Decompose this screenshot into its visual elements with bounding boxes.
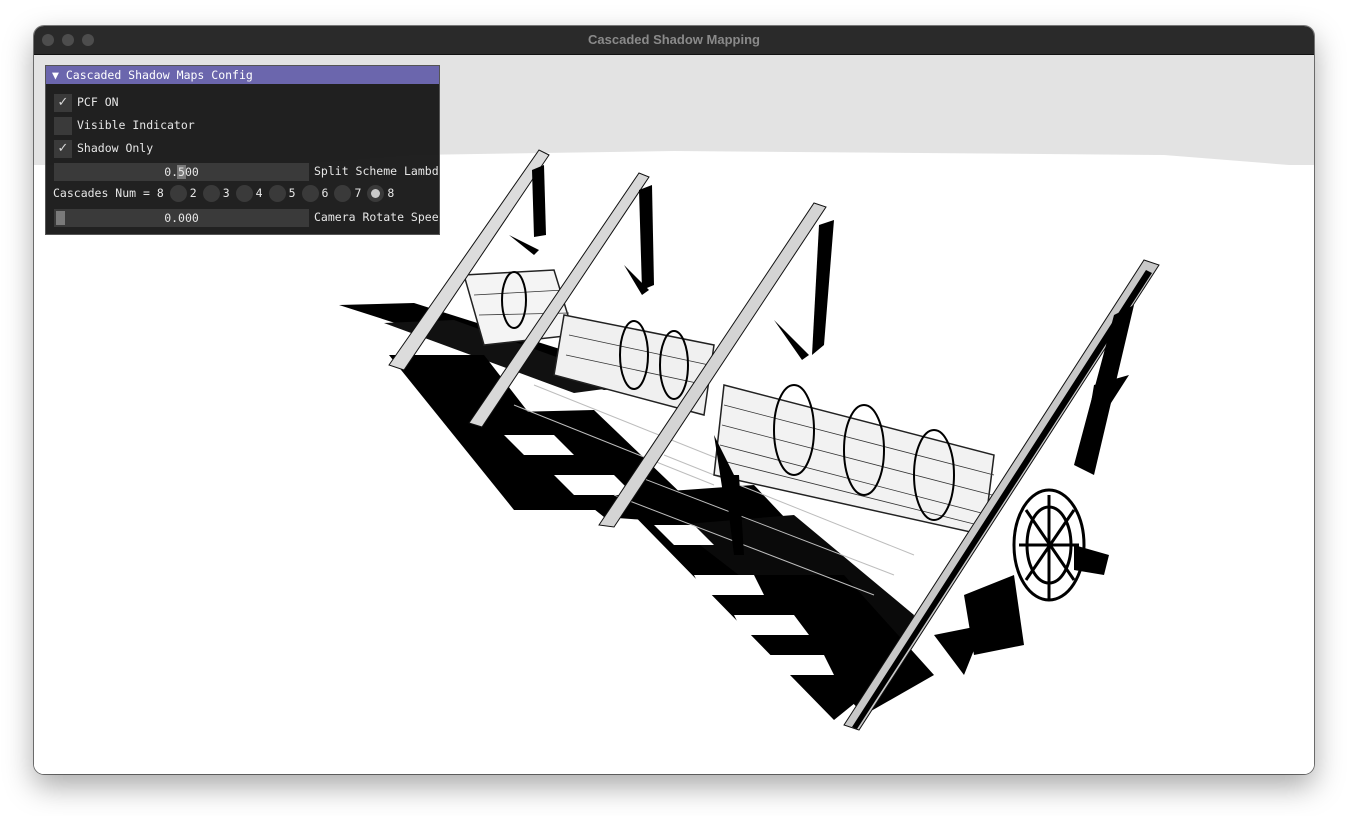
cascade-radio-4[interactable]	[235, 185, 253, 202]
rotate-speed-value: 0.000	[164, 210, 199, 225]
pcf-on-label: PCF ON	[77, 95, 119, 109]
cascade-radio-3[interactable]	[202, 185, 220, 202]
config-panel[interactable]: ▼ Cascaded Shadow Maps Config ✓ PCF ON Vi…	[45, 65, 440, 235]
split-lambda-label: Split Scheme Lambda	[314, 164, 440, 178]
cascade-radio-8[interactable]	[367, 185, 385, 202]
split-lambda-slider[interactable]: 0.500	[54, 162, 309, 181]
shadow-only-checkbox[interactable]: ✓	[54, 139, 72, 158]
cascade-option-label: 2	[189, 186, 197, 200]
cascade-radio-7[interactable]	[334, 185, 352, 202]
cascades-row: Cascades Num = 8 2 3 4 5 6 7 8	[53, 183, 394, 203]
cascade-radio-6[interactable]	[301, 185, 319, 202]
app-window: Cascaded Shadow Mapping ▼ Cascaded Shado…	[34, 26, 1314, 774]
visible-indicator-label: Visible Indicator	[77, 118, 195, 132]
shadow-only-checkbox-row[interactable]: ✓ Shadow Only	[54, 138, 153, 158]
slider-grab[interactable]	[56, 210, 65, 225]
shadow-only-label: Shadow Only	[77, 141, 154, 155]
ground-plane	[34, 151, 1314, 774]
split-lambda-row: 0.500 Split Scheme Lambda	[54, 161, 440, 181]
check-icon: ✓	[57, 94, 69, 110]
cascades-label: Cascades Num = 8	[53, 186, 164, 200]
check-icon: ✓	[57, 140, 69, 156]
cascade-radio-2[interactable]	[169, 185, 187, 202]
cascade-option-label: 5	[288, 186, 296, 200]
pcf-on-checkbox-row[interactable]: ✓ PCF ON	[54, 92, 119, 112]
cascade-option-label: 6	[321, 186, 329, 200]
cascade-option-label: 8	[387, 186, 395, 200]
render-viewport[interactable]: ▼ Cascaded Shadow Maps Config ✓ PCF ON Vi…	[34, 55, 1314, 774]
pcf-on-checkbox[interactable]: ✓	[54, 93, 72, 112]
rotate-speed-slider[interactable]: 0.000	[54, 208, 309, 227]
cascade-option-label: 4	[255, 186, 263, 200]
end-cap	[1012, 488, 1086, 602]
window-title: Cascaded Shadow Mapping	[588, 32, 760, 47]
config-panel-header[interactable]: ▼ Cascaded Shadow Maps Config	[46, 66, 439, 84]
visible-indicator-checkbox[interactable]	[54, 116, 72, 135]
title-bar[interactable]: Cascaded Shadow Mapping	[34, 26, 1314, 55]
visible-indicator-checkbox-row[interactable]: Visible Indicator	[54, 115, 195, 135]
rotate-speed-row: 0.000 Camera Rotate Speed	[54, 207, 440, 227]
cascade-option-label: 7	[354, 186, 362, 200]
split-lambda-value: 0.500	[164, 164, 199, 179]
cascade-option-label: 3	[222, 186, 230, 200]
cascade-radio-5[interactable]	[268, 185, 286, 202]
collapse-arrow-icon[interactable]: ▼	[52, 68, 59, 82]
rotate-speed-label: Camera Rotate Speed	[314, 210, 440, 224]
config-panel-title: Cascaded Shadow Maps Config	[65, 68, 253, 82]
